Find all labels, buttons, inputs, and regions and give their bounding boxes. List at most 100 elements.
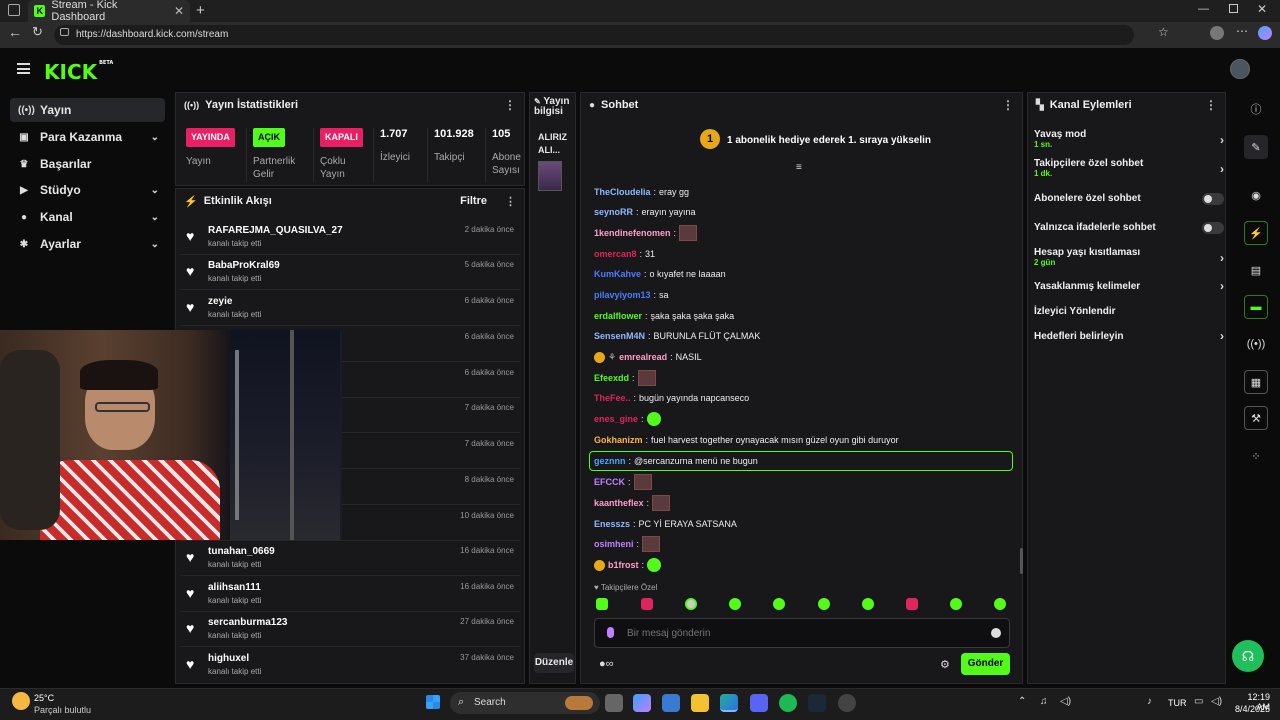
speaker-icon[interactable]: ◁) [1211,696,1222,707]
tab-actions-icon[interactable] [8,4,20,16]
favorite-star-icon[interactable]: ☆ [1158,25,1169,39]
action-subscribers-only[interactable]: Abonelere özel sohbet [1034,193,1224,205]
chat-username[interactable]: EFCCK [594,477,625,487]
tray-overflow-icon[interactable]: ⌃ [1018,696,1026,707]
chat-username[interactable]: TheFee.. [594,393,631,403]
user-avatar[interactable] [1230,59,1250,79]
activity-user[interactable]: sercanburma123 [208,617,288,628]
action-account-age[interactable]: Hesap yaşı kısıtlaması 2 gün › [1034,247,1224,267]
new-tab-icon[interactable]: + [196,2,205,19]
close-window-icon[interactable]: ✕ [1257,2,1267,16]
edit-pencil-icon[interactable]: ✎ [1244,135,1268,159]
chat-username[interactable]: omercan8 [594,249,637,259]
filter-button[interactable]: Filtre [460,195,487,207]
chat-username[interactable]: seynoRR [594,207,633,217]
chat-icon[interactable]: ▬ [1244,295,1268,319]
chat-username[interactable]: KumKahve [594,269,641,279]
task-view-icon[interactable] [605,694,623,712]
more-options-icon[interactable]: ⋮ [504,98,516,112]
chat-username[interactable]: Efeexdd [594,373,629,383]
activity-user[interactable]: highuxel [208,653,249,664]
support-chat-icon[interactable]: ☊ [1232,640,1264,672]
sidebar-item-ayarlar[interactable]: ✱ Ayarlar ⌄ [10,232,165,256]
emote-icon[interactable] [862,598,874,610]
chat-settings-icon[interactable]: ⚙ [940,658,950,671]
chat-username[interactable]: b1frost [608,560,639,570]
site-info-icon[interactable] [60,28,69,36]
chat-username[interactable]: SensenM4N [594,331,645,341]
emotes-only-toggle[interactable] [1202,222,1224,234]
chat-scrollbar[interactable] [1020,548,1023,574]
chat-username[interactable]: geznnn [594,456,626,466]
language-indicator[interactable]: TUR [1168,698,1187,708]
sidebar-item-para-kazanma[interactable]: ▣ Para Kazanma ⌄ [10,125,165,149]
file-explorer-icon[interactable] [691,694,709,712]
chat-username[interactable]: 1kendinefenomen [594,228,671,238]
emote-icon[interactable] [773,598,785,610]
network-icon[interactable]: ▭ [1194,696,1203,707]
back-icon[interactable]: ← [8,24,22,40]
activity-user[interactable]: tunahan_0669 [208,546,275,557]
activity-user[interactable]: aliihsan111 [208,582,261,593]
browser-menu-icon[interactable]: ⋯ [1236,24,1248,38]
points-icon[interactable]: ●∞ [599,658,614,670]
send-button[interactable]: Gönder [961,653,1010,675]
hamburger-menu-icon[interactable] [17,63,30,74]
chat-username[interactable]: emrealread [619,352,667,362]
close-tab-icon[interactable]: ✕ [174,4,184,18]
broadcast-icon[interactable]: ((•)) [1244,332,1268,356]
clock-date[interactable]: 8/4/2025 [1232,704,1270,714]
subscribers-only-toggle[interactable] [1202,193,1224,205]
emote-icon[interactable] [685,598,697,610]
sidebar-item-yayin[interactable]: ((•)) Yayın [10,98,165,122]
steam-icon[interactable] [808,694,826,712]
more-options-icon[interactable]: ⋮ [1205,98,1217,112]
browser-tab[interactable]: K Stream - Kick Dashboard ✕ [28,0,190,23]
kick-logo[interactable]: KICK BETA [44,60,113,84]
activity-user[interactable]: BabaProKral69 [208,260,280,271]
mic-tray-icon[interactable]: ♪ [1147,696,1152,707]
info-icon[interactable]: ⓘ [1244,97,1268,121]
activity-user[interactable]: RAFAREJMA_QUASILVA_27 [208,225,343,236]
edit-button[interactable]: Düzenle [534,653,574,673]
chat-username[interactable]: Enesszs [594,519,630,529]
chat-username[interactable]: pilavyiyom13 [594,290,651,300]
wrench-icon[interactable]: ⚒ [1244,406,1268,430]
emote-icon[interactable] [906,598,918,610]
action-set-goals[interactable]: Hedefleri belirleyin › [1034,329,1224,343]
chat-username[interactable]: enes_gine [594,414,638,424]
filter-lines-icon[interactable]: ≡ [796,162,802,173]
edge-browser-icon[interactable] [720,694,738,712]
chat-username[interactable]: erdalflower [594,311,642,321]
emote-icon[interactable] [596,598,608,610]
app-icon[interactable] [838,694,856,712]
action-emotes-only[interactable]: Yalnızca ifadelerle sohbet [1034,222,1224,234]
volume-icon[interactable]: ◁) [1060,696,1071,707]
url-field[interactable]: https://dashboard.kick.com/stream [54,25,1134,45]
sidebar-item-basarilar[interactable]: ♛ Başarılar [10,152,165,176]
weather-icon[interactable] [12,692,30,710]
windows-start-icon[interactable] [426,695,440,709]
chat-username[interactable]: kaantheflex [594,498,644,508]
emote-icon[interactable] [818,598,830,610]
action-banned-words[interactable]: Yasaklanmış kelimeler › [1034,279,1224,293]
taskbar-search[interactable]: ⌕ Search [450,692,600,714]
camera-icon[interactable]: ◉ [1244,183,1268,207]
spotify-icon[interactable] [779,694,797,712]
emoji-picker-icon[interactable] [991,628,1001,638]
chat-username[interactable]: osimheni [594,539,634,549]
more-options-icon[interactable]: ⋮ [1002,98,1014,112]
emote-icon[interactable] [994,598,1006,610]
emote-icon[interactable] [950,598,962,610]
chat-username[interactable]: TheCloudelia [594,187,651,197]
pinned-gift-message[interactable]: 1 abonelik hediye ederek 1. sıraya yükse… [727,135,931,146]
dots-cluster-icon[interactable]: ⁘ [1244,444,1268,468]
emote-icon[interactable] [729,598,741,610]
refresh-icon[interactable]: ↻ [32,24,43,40]
profile-avatar[interactable] [1210,26,1224,40]
more-options-icon[interactable]: ⋮ [505,195,516,208]
chat-username[interactable]: Gokhanizm [594,435,643,445]
discord-icon[interactable] [750,694,768,712]
queue-icon[interactable]: ▦ [1244,370,1268,394]
maximize-icon[interactable] [1229,4,1238,13]
